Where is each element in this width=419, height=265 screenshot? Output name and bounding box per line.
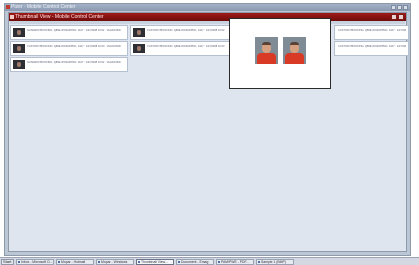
maximize-button[interactable] (397, 5, 402, 10)
thumbnail-view-window: Thumbnail View - Mobile Control Center G… (8, 12, 409, 252)
taskbar-item[interactable]: Sample 1 (BMP) (256, 259, 294, 265)
result-card[interactable]: GATEWAY/BOOKING: Q86E-WOFAPPIDL: 1107 : … (10, 25, 128, 40)
result-card[interactable]: GATEWAY/BOOKING: Q86E-WOFAPPIDL: 1107 : … (10, 57, 128, 72)
window-icon (218, 261, 220, 263)
result-text: GATEWAY/BOOKING: Q86E-WOFAPPIDL: 1107 : … (27, 61, 121, 64)
app-icon (6, 5, 10, 9)
result-text: CUSTODY/BOOKING: Q86E-WOFAPPIDL: 1107 : … (27, 45, 121, 48)
result-text: CUSTODY/BOOKING: Q86E-WOFAPPIDL: 1107 : … (147, 29, 225, 32)
results-toolbar (10, 21, 405, 24)
mugshot-front-image (255, 37, 278, 64)
mugshot-thumbnail[interactable] (13, 44, 25, 53)
result-text: GATEWAY/BOOKING: Q86E-WOFAPPIDL: 1107 : … (27, 29, 121, 32)
taskbar-item[interactable]: Inbox - Microsoft O... (16, 259, 54, 265)
main-window: Pizer · Mobile Control Center Thumbnail … (4, 3, 411, 256)
close-button[interactable] (403, 5, 408, 10)
minimize-button[interactable] (391, 5, 396, 10)
result-card[interactable]: CUSTODY/BOOKING: Q86E-WOFAPPIDL: 1107 : … (130, 25, 231, 40)
thumbnail-view-titlebar[interactable]: Thumbnail View - Mobile Control Center (9, 13, 406, 21)
main-window-title: Pizer · Mobile Control Center (11, 4, 76, 10)
taskbar-item-active[interactable]: Thumbnail View... (136, 259, 174, 265)
result-card[interactable]: CUSTODY/BOOKING: Q86E-WOFAPPIDL: 1107 : … (130, 41, 231, 56)
result-card[interactable]: CUSTODY/BOOKING: Q86E-WOFAPPIDL: 1107 : … (334, 41, 409, 56)
taskbar: Start Inbox - Microsoft O... Mopar - Hot… (0, 257, 419, 265)
result-card[interactable]: CUSTODY/BOOKING: Q86E-WOFAPPIDL: 1107 : … (10, 41, 128, 56)
window-icon (178, 261, 180, 263)
thumbnail-minimize-button[interactable] (391, 14, 397, 20)
main-window-titlebar[interactable]: Pizer · Mobile Control Center (5, 4, 410, 11)
mugshot-thumbnail[interactable] (13, 60, 25, 69)
mugshot-thumbnail[interactable] (133, 28, 145, 37)
result-text: CUSTODY/BOOKING: Q86E-WOFAPPIDL: 1107 : … (147, 45, 225, 48)
thumbnail-close-button[interactable] (398, 14, 404, 20)
taskbar-item[interactable]: Mopar - Hotmail (56, 259, 94, 265)
window-icon (98, 261, 100, 263)
result-text: CUSTODY/BOOKING: Q86E-WOFAPPIDL: 1107 : … (338, 45, 406, 48)
window-icon (18, 261, 20, 263)
thumbnail-view-icon (10, 15, 14, 19)
result-card[interactable]: CUSTODY/BOOKING: Q86E-WOFAPPIDL: 1107 : … (334, 25, 409, 40)
taskbar-item[interactable]: PAM/PWE - PDF... (216, 259, 254, 265)
window-icon (138, 261, 140, 263)
thumbnail-preview-popup[interactable] (229, 18, 331, 89)
mugshot-side-image (283, 37, 306, 64)
result-text: CUSTODY/BOOKING: Q86E-WOFAPPIDL: 1107 : … (338, 29, 406, 32)
mugshot-thumbnail[interactable] (13, 28, 25, 37)
taskbar-item[interactable]: Mopar - Windows (96, 259, 134, 265)
thumbnail-view-title: Thumbnail View - Mobile Control Center (15, 14, 104, 20)
window-icon (58, 261, 60, 263)
window-icon (258, 261, 260, 263)
start-button[interactable]: Start (1, 259, 14, 265)
taskbar-item[interactable]: Document - Emag (176, 259, 214, 265)
mugshot-thumbnail[interactable] (133, 44, 145, 53)
